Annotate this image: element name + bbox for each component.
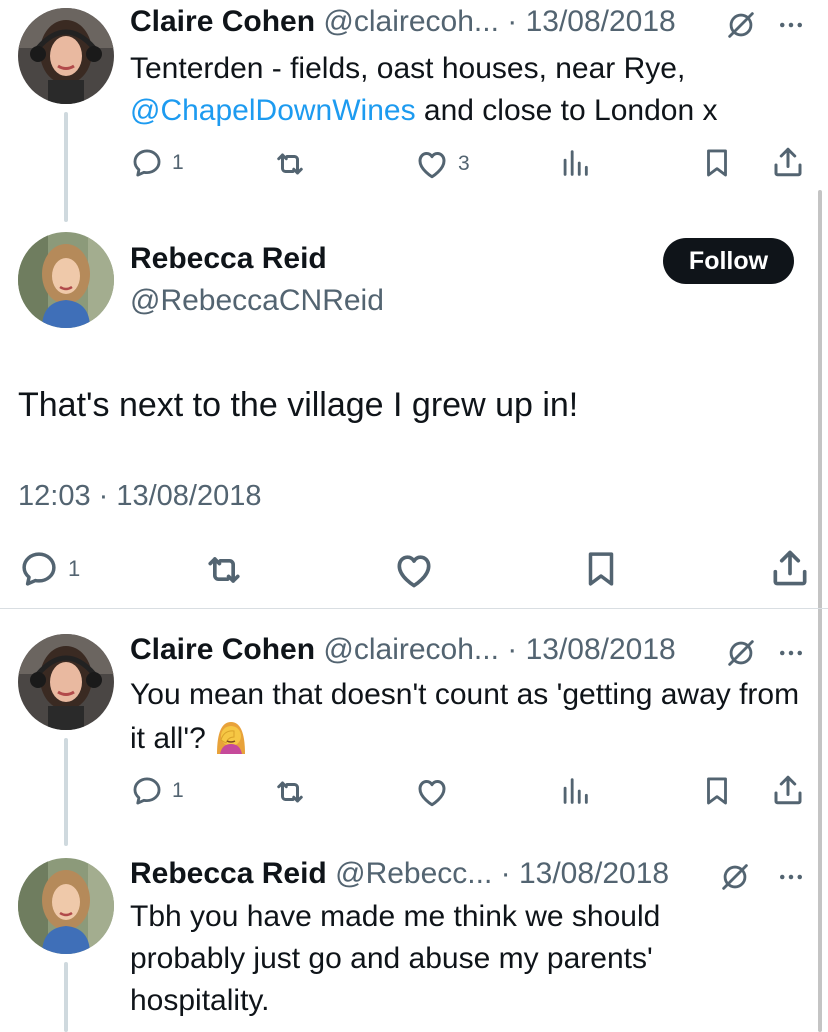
bookmark-icon (700, 146, 734, 180)
share-button[interactable] (770, 144, 806, 180)
follow-button[interactable]: Follow (663, 238, 794, 284)
avatar[interactable] (18, 634, 114, 730)
more-icon[interactable] (776, 862, 806, 892)
thread-line (64, 962, 68, 1032)
tweet-text: Tbh you have made me think we should pro… (130, 900, 661, 1017)
reply-button[interactable]: 1 (130, 146, 184, 180)
bookmark-button[interactable] (580, 548, 622, 590)
reply-count: 1 (172, 779, 184, 802)
tweet-date[interactable]: · 13/08/2018 (507, 5, 675, 38)
tweet-text: You mean that doesn't count as 'getting … (130, 674, 810, 760)
bookmark-icon (700, 774, 734, 808)
views-icon (558, 146, 592, 180)
reply-count: 1 (172, 151, 184, 174)
tweet-text-part: Tenterden - fields, oast houses, near Ry… (130, 52, 686, 85)
like-button[interactable] (414, 774, 450, 810)
author-name[interactable]: Rebecca Reid (130, 242, 327, 276)
retweet-button[interactable] (272, 774, 308, 810)
mention-link[interactable]: @ChapelDownWines (130, 94, 416, 127)
retweet-button[interactable] (272, 146, 308, 182)
author-handle[interactable]: @clairecoh... (323, 5, 499, 38)
bookmark-icon (580, 548, 622, 590)
avatar[interactable] (18, 8, 114, 104)
scrollbar[interactable] (818, 190, 822, 1032)
retweet-button[interactable] (202, 548, 246, 592)
share-icon (768, 546, 812, 590)
bookmark-button[interactable] (700, 774, 734, 808)
share-icon (770, 772, 806, 808)
tweet-header: Claire Cohen @clairecoh... · 13/08/2018 (130, 632, 676, 668)
share-button[interactable] (770, 772, 806, 808)
views-button[interactable] (558, 774, 592, 808)
share-button[interactable] (768, 546, 812, 590)
reply-icon (18, 548, 60, 590)
avatar-rebecca-icon (18, 232, 114, 328)
tweet-text: That's next to the village I grew up in! (18, 386, 579, 424)
avatar[interactable] (18, 858, 114, 954)
tweet-text: Tenterden - fields, oast houses, near Ry… (130, 48, 810, 132)
views-icon (558, 774, 592, 808)
heart-icon (392, 548, 436, 592)
avatar-claire-icon (18, 634, 114, 730)
tweet-date[interactable]: · 13/08/2018 (507, 633, 675, 666)
like-count: 3 (458, 152, 470, 175)
like-button[interactable] (392, 548, 436, 592)
avatar-claire-icon (18, 8, 114, 104)
reply-button[interactable]: 1 (18, 548, 80, 590)
avatar[interactable] (18, 232, 114, 328)
heart-icon (414, 146, 450, 182)
author-handle[interactable]: @RebeccaCNReid (130, 284, 384, 318)
thread-line (64, 738, 68, 846)
reply-icon (130, 774, 164, 808)
heart-icon (414, 774, 450, 810)
author-handle[interactable]: @Rebecc... (335, 857, 492, 890)
woman-facepalming-icon (216, 722, 245, 754)
retweet-icon (272, 774, 308, 810)
author-name[interactable]: Claire Cohen (130, 633, 315, 666)
tweet-header: Claire Cohen @clairecoh... · 13/08/2018 (130, 4, 676, 40)
reply-icon (130, 146, 164, 180)
reply-count: 1 (68, 556, 81, 581)
more-icon[interactable] (776, 10, 806, 40)
grok-icon[interactable] (724, 8, 758, 42)
divider (0, 608, 828, 609)
more-icon[interactable] (776, 638, 806, 668)
reply-button[interactable]: 1 (130, 774, 184, 808)
thread-line (64, 112, 68, 222)
author-name[interactable]: Rebecca Reid (130, 857, 327, 890)
grok-icon[interactable] (718, 860, 752, 894)
avatar-rebecca-icon (18, 858, 114, 954)
grok-icon[interactable] (724, 636, 758, 670)
author-handle[interactable]: @clairecoh... (323, 633, 499, 666)
tweet-header: Rebecca Reid @Rebecc... · 13/08/2018 (130, 856, 669, 892)
author-name[interactable]: Claire Cohen (130, 5, 315, 38)
tweet-date[interactable]: · 13/08/2018 (501, 857, 669, 890)
like-button[interactable]: 3 (414, 146, 470, 182)
tweet-text-part: and close to London x (415, 94, 718, 127)
retweet-icon (272, 146, 308, 182)
share-icon (770, 144, 806, 180)
retweet-icon (202, 548, 246, 592)
bookmark-button[interactable] (700, 146, 734, 180)
tweet-timestamp[interactable]: 12:03 · 13/08/2018 (18, 480, 261, 513)
views-button[interactable] (558, 146, 592, 180)
